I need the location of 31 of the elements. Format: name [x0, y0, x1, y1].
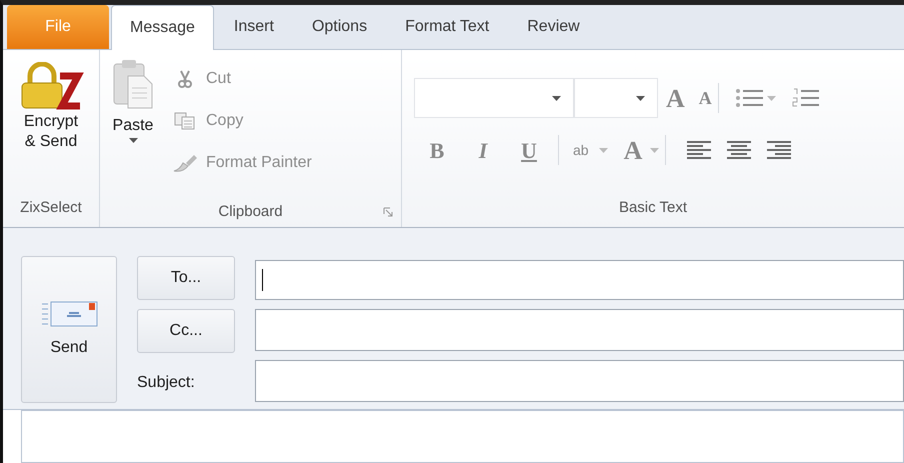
- paintbrush-icon: [172, 153, 198, 173]
- group-label: ZixSelect: [19, 198, 83, 218]
- subject-field[interactable]: [255, 360, 904, 402]
- to-button[interactable]: To...: [137, 256, 235, 300]
- caret-icon: [766, 96, 776, 100]
- group-label: Clipboard: [218, 202, 283, 222]
- message-body-field[interactable]: [21, 410, 904, 463]
- caret-icon: [128, 138, 138, 143]
- ribbon-tab[interactable]: Review: [509, 5, 598, 49]
- copy-icon: [174, 112, 196, 130]
- clipboard-icon: [112, 58, 154, 110]
- paste-button[interactable]: Paste: [100, 58, 166, 197]
- ribbon-tab[interactable]: Insert: [216, 5, 292, 49]
- group-label: Basic Text: [618, 198, 688, 218]
- scissors-icon: [177, 70, 193, 88]
- subject-label: Subject:: [137, 373, 196, 393]
- encrypt-send-button[interactable]: Encrypt & Send: [3, 50, 99, 197]
- ribbon-tab[interactable]: Format Text: [387, 5, 508, 49]
- send-button[interactable]: Send: [21, 256, 117, 403]
- file-tab[interactable]: File: [7, 5, 109, 49]
- ribbon-tab[interactable]: Message: [111, 5, 214, 50]
- ribbon-tab[interactable]: Options: [294, 5, 386, 49]
- caret-icon: [636, 96, 645, 100]
- cc-field[interactable]: [255, 309, 904, 351]
- dialog-launcher-icon[interactable]: [383, 207, 393, 217]
- caret-icon: [650, 148, 660, 152]
- cc-button[interactable]: Cc...: [137, 309, 235, 353]
- caret-icon: [598, 148, 608, 152]
- caret-icon: [552, 96, 561, 100]
- to-field[interactable]: [255, 260, 904, 300]
- envelope-icon: [39, 300, 99, 328]
